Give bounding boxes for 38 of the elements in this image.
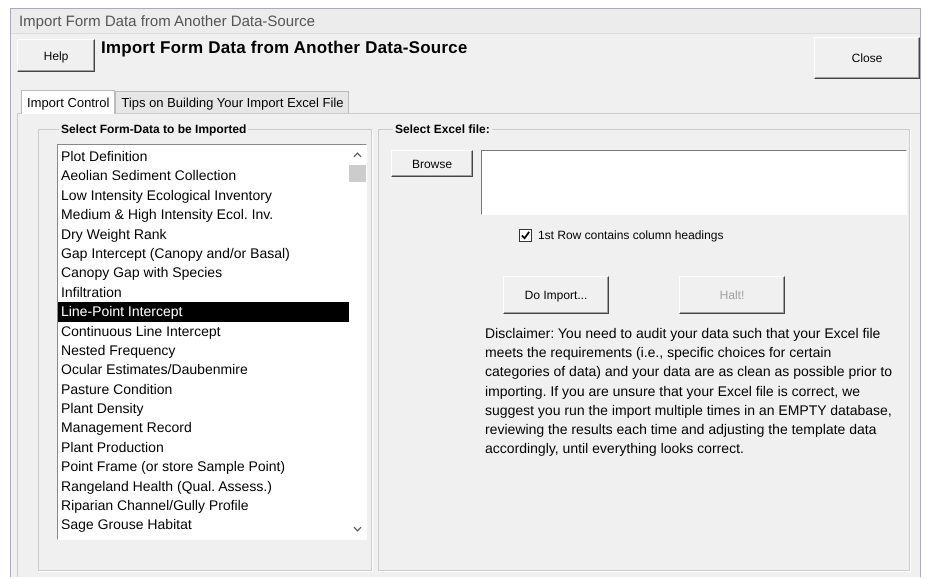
action-button[interactable]: Do Import... (503, 276, 609, 314)
list-item[interactable]: Aeolian Sediment Collection (58, 166, 349, 186)
checkbox[interactable] (519, 228, 532, 242)
file-path-field[interactable] (481, 150, 907, 215)
group-legend: Select Excel file: (393, 122, 492, 136)
list-item[interactable]: Management Record (58, 418, 349, 438)
tab[interactable]: Tips on Building Your Import Excel File (115, 91, 350, 113)
scroll-up-icon[interactable] (353, 151, 362, 159)
close-button[interactable]: Close (814, 37, 920, 79)
list-item[interactable]: Pasture Condition (58, 380, 349, 400)
form-heading: Import Form Data from Another Data-Source (101, 38, 468, 58)
list-item[interactable]: Canopy Gap with Species (58, 263, 349, 283)
list-item[interactable]: Rangeland Health (Qual. Assess.) (58, 476, 349, 496)
scroll-thumb[interactable] (349, 165, 366, 182)
list-item[interactable]: Continuous Line Intercept (58, 322, 349, 341)
list-item[interactable]: Ocular Estimates/Daubenmire (58, 360, 349, 380)
checkbox-label: 1st Row contains column headings (538, 228, 724, 242)
list-item[interactable]: Nested Frequency (58, 340, 349, 360)
list-item[interactable]: Low Intensity Ecological Inventory (58, 186, 349, 206)
list-item[interactable]: Plant Production (58, 438, 349, 458)
list-item[interactable]: Line-Point Intercept (58, 302, 349, 322)
list-item[interactable]: Plant Density (58, 399, 349, 418)
list-item[interactable]: Plot Definition (58, 147, 349, 166)
list-item[interactable]: Dry Weight Rank (58, 224, 349, 244)
list-item[interactable]: Riparian Channel/Gully Profile (58, 496, 349, 516)
scroll-down-icon[interactable] (353, 525, 362, 533)
list-item[interactable]: Point Frame (or store Sample Point) (58, 457, 349, 477)
list-item[interactable]: Gap Intercept (Canopy and/or Basal) (58, 244, 349, 264)
window-title: Import Form Data from Another Data-Source (11, 9, 920, 33)
list-item[interactable]: Medium & High Intensity Ecol. Inv. (58, 205, 349, 225)
list-item[interactable]: Infiltration (58, 282, 349, 302)
tab[interactable]: Import Control (21, 90, 116, 114)
group-legend: Select Form-Data to be Imported (59, 122, 248, 136)
form-list[interactable] (57, 144, 367, 540)
list-item[interactable]: Sage Grouse Habitat (58, 515, 349, 535)
browse-button[interactable]: Browse (391, 150, 473, 177)
disclaimer-text: Disclaimer: You need to audit your data such that your Excel file meets the requirements (i.e., specific choices for certain categories of data) and your data are as clean as possible prior to importing. If you are unsure that your Excel file is correct, we suggest you run the import multiple times in an EMPTY database, reviewing the results each time and adjusting the template data accordingly, until everything looks correct. (485, 324, 894, 458)
help-button[interactable]: Help (17, 39, 95, 72)
